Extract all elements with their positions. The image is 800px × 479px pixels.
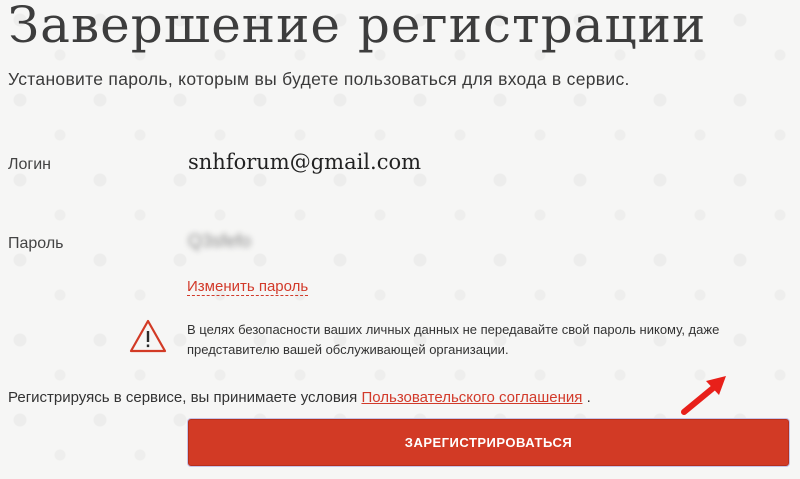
password-value: Q3sfefo (188, 231, 252, 251)
login-value: snhforum@gmail.com (188, 150, 422, 174)
user-agreement-link[interactable]: Пользовательского соглашения (361, 389, 582, 406)
terms-notice: Регистрируясь в сервисе, вы принимаете у… (8, 389, 591, 406)
password-label: Пароль (8, 235, 64, 252)
page-subtitle: Установите пароль, которым вы будете пол… (8, 69, 630, 89)
login-label: Логин (8, 156, 52, 173)
terms-prefix: Регистрируясь в сервисе, вы принимаете у… (8, 389, 362, 406)
warning-triangle-icon (129, 319, 167, 353)
page-title: Завершение регистрации (8, 0, 707, 54)
register-button[interactable]: ЗАРЕГИСТРИРОВАТЬСЯ (188, 419, 789, 466)
security-warning-text: В целях безопасности ваших личных данных… (187, 322, 720, 357)
red-arrow-annotation (681, 376, 726, 415)
change-password-link[interactable]: Изменить пароль (187, 279, 309, 296)
terms-suffix: . (582, 389, 591, 406)
